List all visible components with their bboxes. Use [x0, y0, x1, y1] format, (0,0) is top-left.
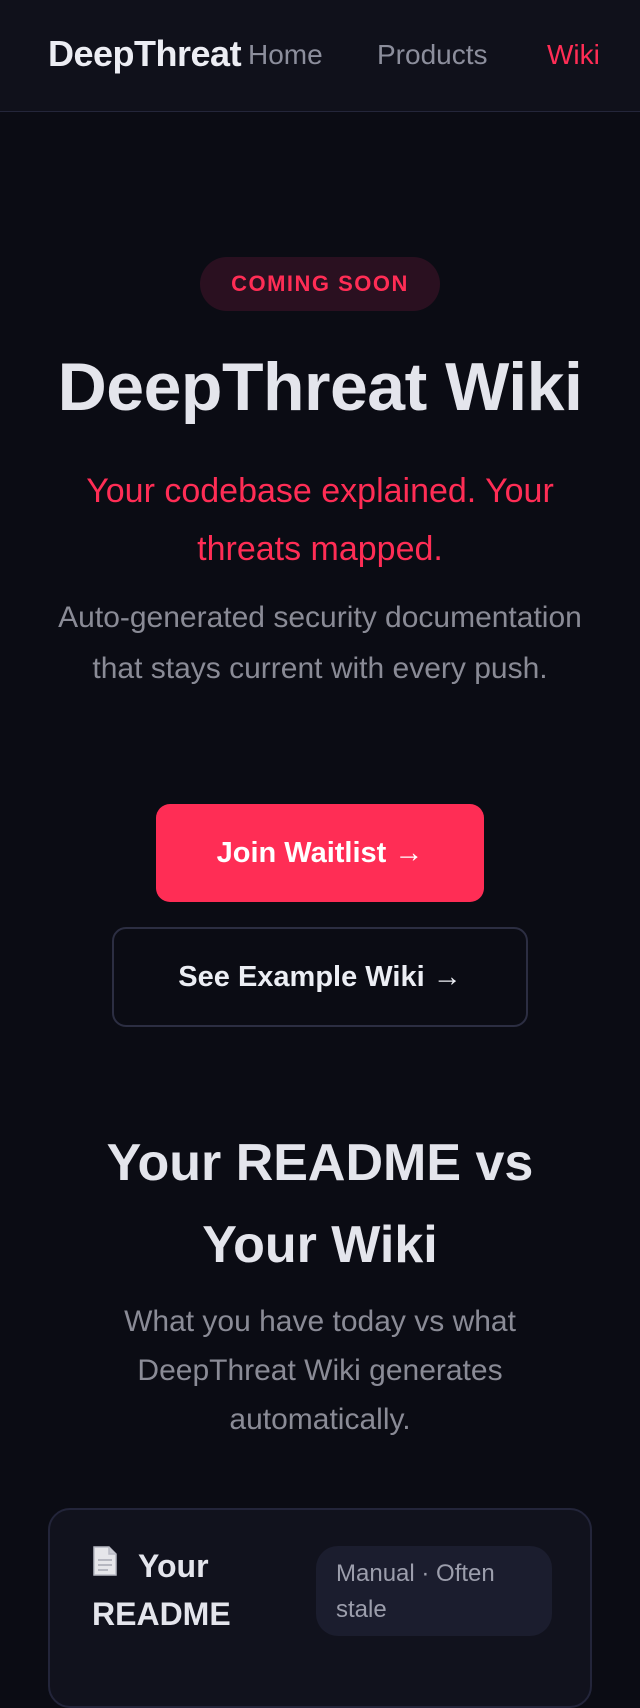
join-waitlist-button[interactable]: Join Waitlist →	[156, 804, 484, 902]
nav-link-products[interactable]: Products	[377, 38, 488, 72]
card-title: Your	[138, 1548, 209, 1584]
nav-link-wiki[interactable]: Wiki	[547, 38, 600, 72]
card-title-continued: README	[92, 1596, 231, 1632]
hero-description: Auto-generated security documentation th…	[58, 601, 582, 685]
document-icon	[92, 1546, 118, 1576]
hero-tagline: Your codebase explained. Your threats ma…	[86, 472, 554, 568]
see-example-wiki-button[interactable]: See Example Wiki →	[112, 927, 528, 1027]
page-title: DeepThreat Wiki	[57, 349, 583, 425]
comparison-title: Your README vs Your Wiki	[106, 1134, 534, 1274]
top-navbar: DeepThreat Home Products Wiki	[0, 0, 640, 112]
nav-link-home[interactable]: Home	[248, 38, 323, 72]
comparison-description: What you have today vs what DeepThreat W…	[124, 1305, 516, 1436]
readme-card: Your README Manual · Often stale	[48, 1508, 592, 1708]
status-pill: Manual · Often stale	[316, 1546, 552, 1636]
coming-soon-badge: COMING SOON	[200, 257, 440, 311]
brand-logo[interactable]: DeepThreat	[48, 34, 242, 74]
